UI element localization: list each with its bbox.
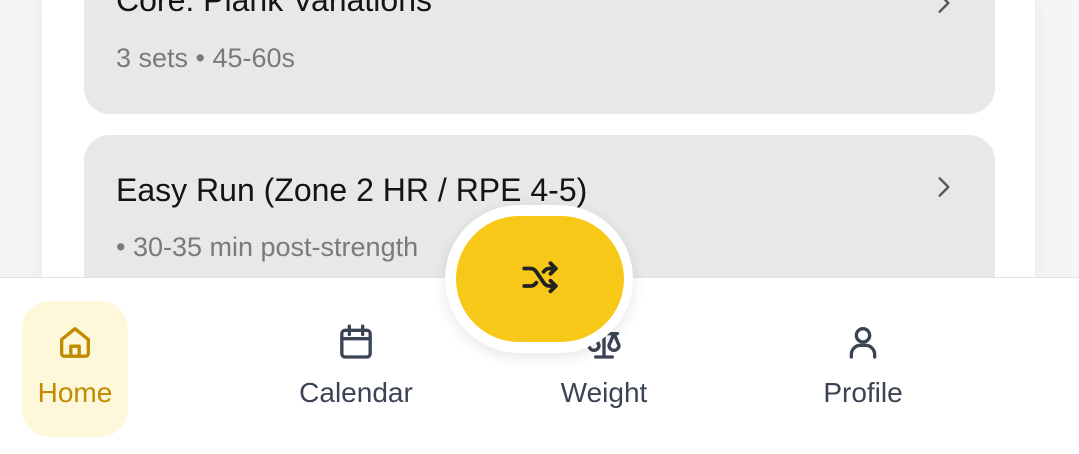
user-icon <box>849 327 877 359</box>
exercise-title: Easy Run (Zone 2 HR / RPE 4-5) <box>116 172 588 208</box>
nav-item-home[interactable]: Home <box>22 301 128 437</box>
home-icon <box>60 327 91 358</box>
nav-item-label: Home <box>37 377 113 408</box>
calendar-icon <box>340 324 372 359</box>
chevron-right-icon <box>938 0 950 13</box>
exercise-card[interactable]: Core: Plank Variations 3 sets • 45-60s <box>84 0 995 114</box>
nav-item-label: Profile <box>823 377 903 408</box>
shuffle-icon <box>522 261 558 294</box>
nav-item-profile[interactable]: Profile <box>806 301 920 437</box>
exercise-details: 3 sets • 45-60s <box>116 43 296 73</box>
shuffle-button[interactable] <box>456 216 624 342</box>
nav-item-label: Calendar <box>299 377 413 408</box>
nav-item-label: Weight <box>560 377 648 408</box>
nav-item-calendar[interactable]: Calendar <box>286 301 426 437</box>
chevron-right-icon <box>938 177 950 197</box>
exercise-title: Core: Plank Variations <box>116 0 432 18</box>
exercise-details: • 30-35 min post-strength <box>116 232 419 262</box>
